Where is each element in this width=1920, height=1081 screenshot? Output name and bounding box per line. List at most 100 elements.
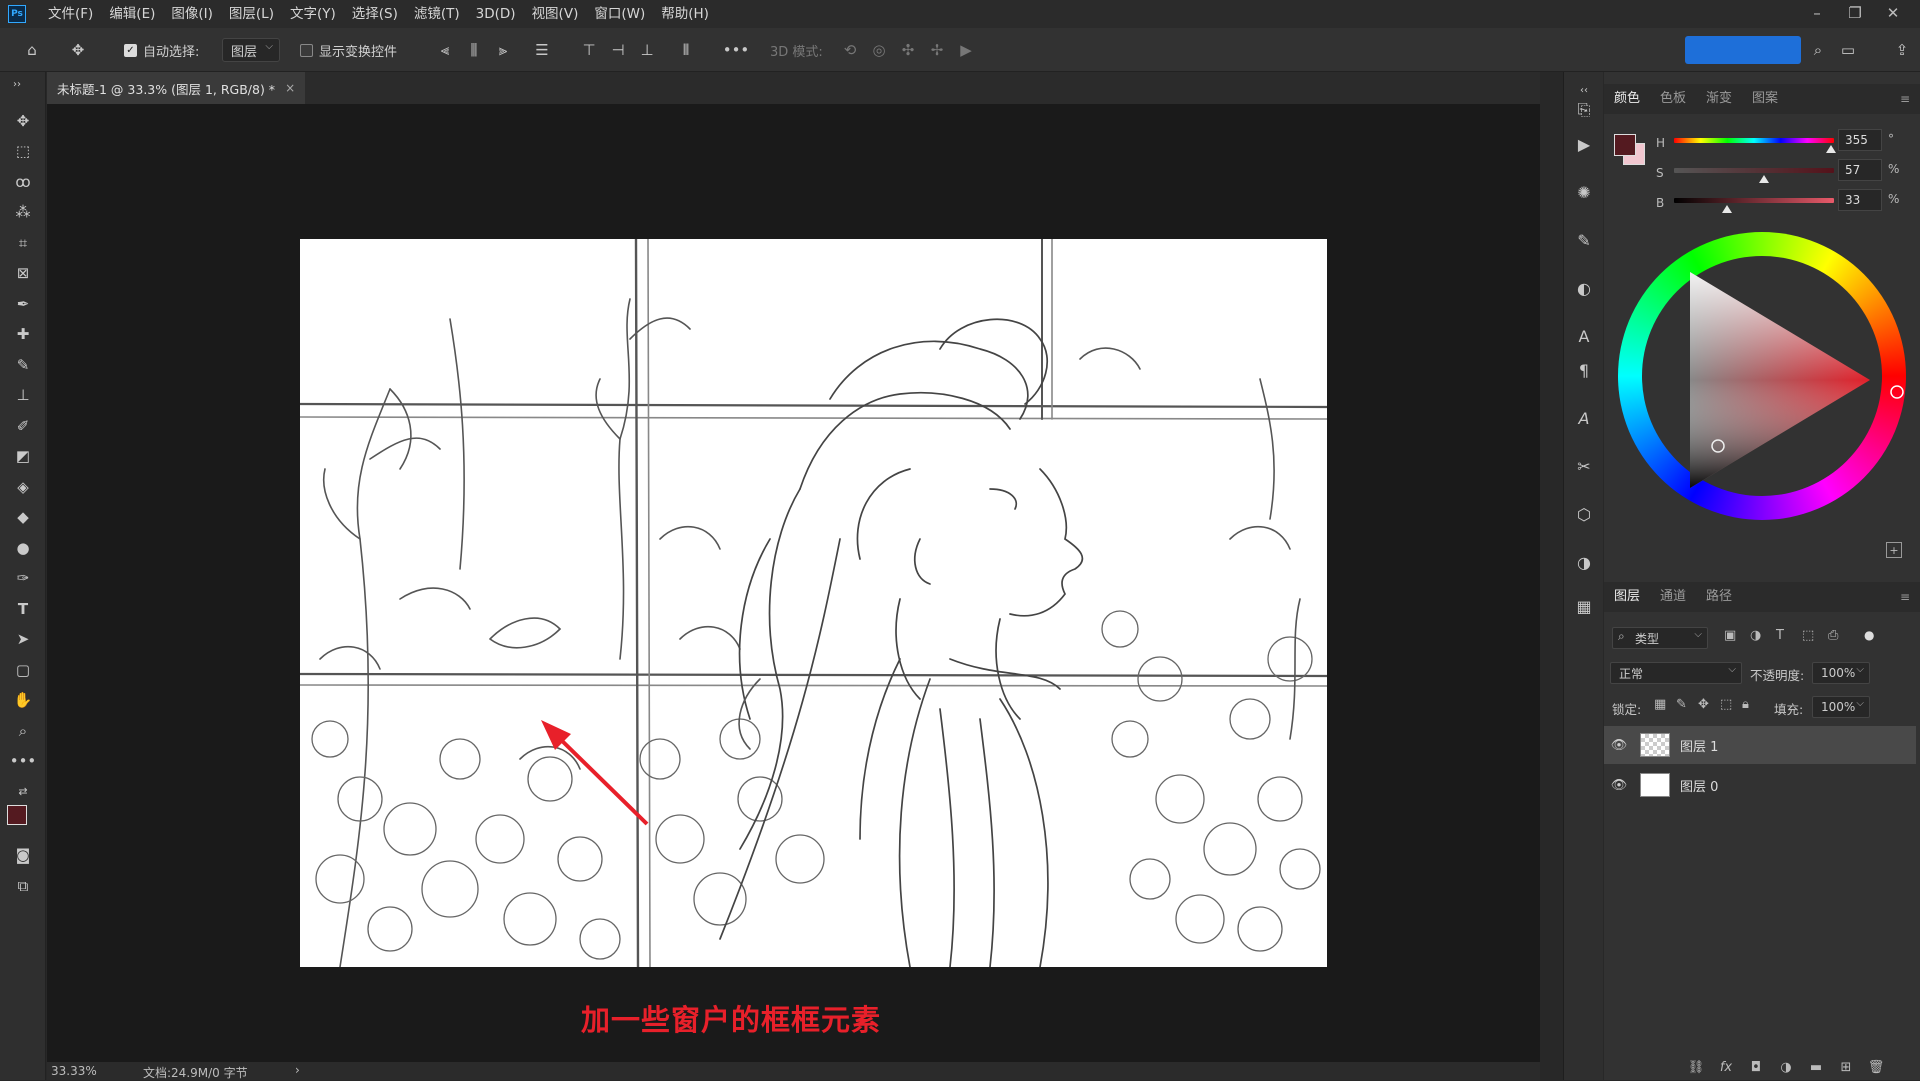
lock-all-icon[interactable]: 🔒︎: [1742, 697, 1749, 712]
add-swatch-icon[interactable]: +: [1886, 542, 1902, 558]
eyedropper-tool-icon[interactable]: ✒: [10, 291, 36, 317]
healing-brush-tool-icon[interactable]: ✚: [10, 321, 36, 347]
hand-tool-icon[interactable]: ✋: [10, 687, 36, 713]
lock-pixels-icon[interactable]: ✎: [1676, 697, 1687, 712]
visibility-eye-icon[interactable]: 👁︎: [1604, 778, 1634, 793]
delete-layer-icon[interactable]: 🗑︎: [1866, 1057, 1886, 1077]
align-center-icon[interactable]: ⫼: [462, 38, 486, 62]
menu-3d[interactable]: 3D(D): [468, 0, 524, 28]
magic-wand-tool-icon[interactable]: ⁂: [10, 199, 36, 225]
layer-filter-select[interactable]: 类型: [1612, 627, 1708, 649]
shape-tool-icon[interactable]: ▢: [10, 657, 36, 683]
type-tool-icon[interactable]: T: [10, 596, 36, 622]
hue-slider[interactable]: [1674, 138, 1834, 143]
menu-help[interactable]: 帮助(H): [653, 0, 717, 28]
filter-adjustment-icon[interactable]: ◑: [1750, 628, 1761, 643]
tab-swatches[interactable]: 色板: [1650, 84, 1696, 114]
stamp-tool-icon[interactable]: ⊥: [10, 382, 36, 408]
filter-smartobject-icon[interactable]: ⎙: [1828, 628, 1838, 643]
hue-field[interactable]: 355: [1838, 129, 1882, 151]
quick-mask-icon[interactable]: ◙: [10, 842, 36, 868]
minimize-icon[interactable]: –: [1798, 0, 1836, 28]
align-left-icon[interactable]: ⫷: [433, 38, 457, 62]
3d-pan-icon[interactable]: ✣: [896, 38, 920, 62]
lasso-tool-icon[interactable]: ꝏ: [10, 169, 36, 195]
new-layer-icon[interactable]: ⊞: [1836, 1057, 1856, 1077]
color-triangle[interactable]: [1618, 232, 1906, 520]
layer-name[interactable]: 图层 1: [1680, 736, 1718, 755]
path-selection-tool-icon[interactable]: ➤: [10, 626, 36, 652]
3d-panel-icon[interactable]: ⬡: [1572, 502, 1596, 526]
canvas-area[interactable]: 加一些窗户的框框元素: [47, 104, 1540, 1062]
restore-icon[interactable]: ❐: [1836, 0, 1874, 28]
character-icon[interactable]: A: [1572, 324, 1596, 348]
lock-transparent-icon[interactable]: ▦: [1654, 697, 1666, 712]
close-tab-icon[interactable]: ×: [285, 81, 295, 95]
marquee-tool-icon[interactable]: ⬚: [10, 138, 36, 164]
3d-roll-icon[interactable]: ◎: [867, 38, 891, 62]
opacity-field[interactable]: 100%: [1812, 662, 1870, 684]
menu-layer[interactable]: 图层(L): [221, 0, 282, 28]
glyphs-icon[interactable]: A: [1572, 406, 1596, 430]
search-icon[interactable]: ⌕: [1806, 38, 1830, 62]
tab-channels[interactable]: 通道: [1650, 582, 1696, 612]
brightness-slider-thumb[interactable]: [1722, 205, 1732, 213]
zoom-level[interactable]: 33.33%: [51, 1064, 97, 1078]
distribute-vertical-icon[interactable]: ⫴: [674, 38, 698, 62]
history-brush-tool-icon[interactable]: ✐: [10, 413, 36, 439]
layer-style-fx-icon[interactable]: fx: [1716, 1057, 1736, 1077]
fill-field[interactable]: 100%: [1812, 696, 1870, 718]
layers-panel-menu-icon[interactable]: ≡: [1890, 582, 1920, 612]
brush-settings-icon[interactable]: ✎: [1572, 228, 1596, 252]
edit-toolbar-icon[interactable]: •••: [10, 748, 37, 774]
properties-icon[interactable]: ◑: [1572, 550, 1596, 574]
distribute-icon[interactable]: ☰: [530, 38, 554, 62]
dodge-tool-icon[interactable]: ●: [10, 535, 36, 561]
brightness-field[interactable]: 33: [1838, 189, 1882, 211]
link-layers-icon[interactable]: ⛓: [1686, 1057, 1706, 1077]
tool-presets-icon[interactable]: ✂: [1572, 454, 1596, 478]
screen-mode-icon[interactable]: ⧉: [10, 873, 36, 899]
filter-type-icon[interactable]: T: [1776, 628, 1784, 643]
saturation-slider-thumb[interactable]: [1759, 175, 1769, 183]
workspace-icon[interactable]: ▭: [1836, 38, 1860, 62]
menu-window[interactable]: 窗口(W): [586, 0, 653, 28]
panel-menu-icon[interactable]: ≡: [1890, 84, 1920, 114]
lock-artboard-icon[interactable]: ⬚: [1720, 697, 1732, 712]
show-transform-checkbox[interactable]: [300, 43, 313, 57]
blur-tool-icon[interactable]: ◆: [10, 504, 36, 530]
status-menu-arrow[interactable]: ›: [295, 1063, 300, 1077]
layer-row-0[interactable]: 👁︎ 图层 0: [1604, 766, 1916, 804]
align-right-icon[interactable]: ⫸: [491, 38, 515, 62]
actions-icon[interactable]: ▶: [1572, 132, 1596, 156]
crop-tool-icon[interactable]: ⌗: [10, 230, 36, 256]
filter-toggle-icon[interactable]: ●: [1864, 628, 1874, 642]
menu-image[interactable]: 图像(I): [163, 0, 221, 28]
align-top-icon[interactable]: ⊤: [577, 38, 601, 62]
menu-view[interactable]: 视图(V): [524, 0, 587, 28]
paint-bucket-tool-icon[interactable]: ◈: [10, 474, 36, 500]
filter-pixel-icon[interactable]: ▣: [1724, 628, 1736, 643]
history-icon[interactable]: ⎘: [1572, 98, 1596, 122]
tab-layers[interactable]: 图层: [1604, 582, 1650, 612]
menu-edit[interactable]: 编辑(E): [101, 0, 163, 28]
3d-orbit-icon[interactable]: ⟲: [838, 38, 862, 62]
lock-position-icon[interactable]: ✥: [1698, 697, 1709, 712]
tab-patterns[interactable]: 图案: [1742, 84, 1788, 114]
menu-select[interactable]: 选择(S): [344, 0, 406, 28]
auto-select-target-select[interactable]: 图层: [222, 38, 281, 62]
move-tool-preset-icon[interactable]: ✥: [66, 38, 90, 62]
adjustments-icon[interactable]: ✺: [1572, 180, 1596, 204]
menu-type[interactable]: 文字(Y): [282, 0, 344, 28]
tab-paths[interactable]: 路径: [1696, 582, 1742, 612]
visibility-eye-icon[interactable]: 👁︎: [1604, 738, 1634, 753]
move-tool-icon[interactable]: ✥: [10, 108, 36, 134]
share-icon[interactable]: ⇪: [1890, 38, 1914, 62]
tab-color[interactable]: 颜色: [1604, 84, 1650, 114]
hue-slider-thumb[interactable]: [1826, 145, 1836, 153]
libraries-icon[interactable]: ▦: [1572, 594, 1596, 618]
more-options-button[interactable]: •••: [723, 38, 750, 62]
color-panel-foreground-swatch[interactable]: [1614, 134, 1636, 156]
brush-tool-icon[interactable]: ✎: [10, 352, 36, 378]
paragraph-icon[interactable]: ¶: [1572, 358, 1596, 382]
